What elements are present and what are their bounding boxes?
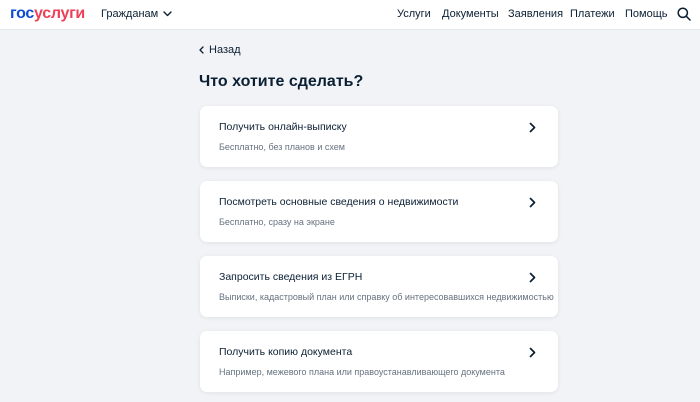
option-subtitle: Бесплатно, без планов и схем (219, 142, 345, 152)
gosuslugi-logo[interactable]: госуслуги (10, 4, 85, 24)
page-title: Что хотите сделать? (199, 73, 364, 90)
nav-payments[interactable]: Платежи (570, 5, 615, 23)
back-link[interactable]: Назад (199, 42, 241, 58)
option-title: Получить копию документа (219, 346, 353, 358)
option-title: Запросить сведения из ЕГРН (219, 271, 363, 283)
nav-help[interactable]: Помощь (625, 5, 668, 23)
search-icon[interactable] (677, 7, 691, 21)
role-selector[interactable]: Гражданам (101, 5, 172, 23)
top-header: госуслуги Гражданам Услуги Документы Зая… (0, 0, 700, 30)
option-card-property-info[interactable]: Посмотреть основные сведения о недвижимо… (200, 181, 558, 242)
chevron-right-icon (529, 197, 536, 208)
back-label: Назад (209, 44, 241, 56)
option-subtitle: Выписки, кадастровый план или справку об… (219, 292, 554, 302)
logo-part-uslugi: услуги (34, 5, 85, 22)
role-label: Гражданам (101, 8, 159, 20)
option-title: Посмотреть основные сведения о недвижимо… (219, 196, 459, 208)
option-card-egrn-request[interactable]: Запросить сведения из ЕГРН Выписки, када… (200, 256, 558, 317)
chevron-down-icon (163, 11, 172, 17)
option-title: Получить онлайн-выписку (219, 121, 347, 133)
nav-documents[interactable]: Документы (442, 5, 499, 23)
chevron-right-icon (529, 272, 536, 283)
option-subtitle: Например, межевого плана или правоустана… (219, 367, 505, 377)
option-subtitle: Бесплатно, сразу на экране (219, 217, 335, 227)
chevron-right-icon (529, 347, 536, 358)
nav-services[interactable]: Услуги (397, 5, 431, 23)
option-card-document-copy[interactable]: Получить копию документа Например, межев… (200, 331, 558, 392)
option-card-online-extract[interactable]: Получить онлайн-выписку Бесплатно, без п… (200, 106, 558, 167)
chevron-right-icon (529, 122, 536, 133)
nav-applications[interactable]: Заявления (508, 5, 563, 23)
chevron-left-icon (199, 46, 204, 54)
logo-part-gos: гос (10, 5, 35, 22)
